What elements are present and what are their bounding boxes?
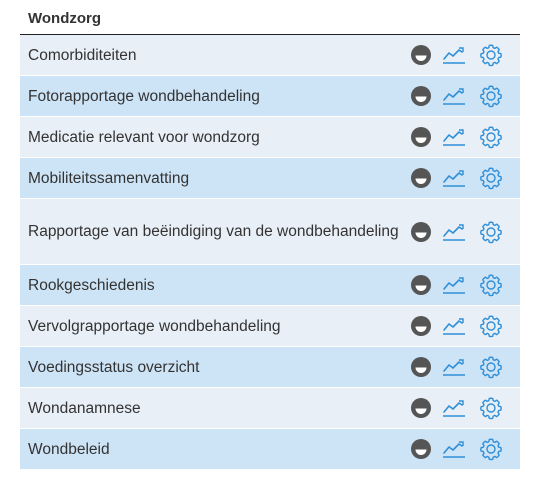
- panel-title: Wondzorg: [20, 0, 520, 35]
- status-icon[interactable]: [408, 313, 434, 339]
- gear-icon[interactable]: [478, 165, 504, 191]
- status-icon[interactable]: [408, 395, 434, 421]
- row-actions: [408, 124, 504, 150]
- status-icon[interactable]: [408, 272, 434, 298]
- trend-chart-icon[interactable]: [441, 272, 467, 298]
- gear-icon[interactable]: [478, 83, 504, 109]
- row-actions: [408, 272, 504, 298]
- trend-chart-icon[interactable]: [441, 395, 467, 421]
- trend-chart-icon[interactable]: [441, 42, 467, 68]
- wondzorg-panel: Wondzorg Comorbiditeiten Fotorapportage …: [20, 0, 520, 470]
- trend-chart-icon[interactable]: [441, 436, 467, 462]
- row-actions: [408, 219, 504, 245]
- list-item-1[interactable]: Comorbiditeiten: [20, 35, 520, 76]
- gear-icon[interactable]: [478, 272, 504, 298]
- gear-icon[interactable]: [478, 354, 504, 380]
- gear-icon[interactable]: [478, 436, 504, 462]
- trend-chart-icon[interactable]: [441, 313, 467, 339]
- status-icon[interactable]: [408, 124, 434, 150]
- trend-chart-icon[interactable]: [441, 165, 467, 191]
- row-actions: [408, 83, 504, 109]
- gear-icon[interactable]: [478, 313, 504, 339]
- list-item-7[interactable]: Vervolgrapportage wondbehandeling: [20, 306, 520, 347]
- list-item-9[interactable]: Wondanamnese: [20, 388, 520, 429]
- trend-chart-icon[interactable]: [441, 219, 467, 245]
- trend-chart-icon[interactable]: [441, 124, 467, 150]
- status-icon[interactable]: [408, 165, 434, 191]
- list-item-6[interactable]: Rookgeschiedenis: [20, 265, 520, 306]
- report-list: Comorbiditeiten Fotorapportage wondbehan…: [20, 35, 520, 470]
- row-actions: [408, 354, 504, 380]
- list-item-2[interactable]: Fotorapportage wondbehandeling: [20, 76, 520, 117]
- row-actions: [408, 436, 504, 462]
- row-actions: [408, 42, 504, 68]
- gear-icon[interactable]: [478, 124, 504, 150]
- gear-icon[interactable]: [478, 395, 504, 421]
- status-icon[interactable]: [408, 354, 434, 380]
- trend-chart-icon[interactable]: [441, 83, 467, 109]
- status-icon[interactable]: [408, 42, 434, 68]
- gear-icon[interactable]: [478, 219, 504, 245]
- list-item-4[interactable]: Mobiliteitssamenvatting: [20, 158, 520, 199]
- list-item-5[interactable]: Rapportage van beëindiging van de wondbe…: [20, 199, 520, 265]
- list-item-8[interactable]: Voedingsstatus overzicht: [20, 347, 520, 388]
- list-item-3[interactable]: Medicatie relevant voor wondzorg: [20, 117, 520, 158]
- status-icon[interactable]: [408, 83, 434, 109]
- row-actions: [408, 313, 504, 339]
- row-actions: [408, 165, 504, 191]
- status-icon[interactable]: [408, 219, 434, 245]
- row-actions: [408, 395, 504, 421]
- gear-icon[interactable]: [478, 42, 504, 68]
- list-item-10[interactable]: Wondbeleid: [20, 429, 520, 470]
- trend-chart-icon[interactable]: [441, 354, 467, 380]
- status-icon[interactable]: [408, 436, 434, 462]
